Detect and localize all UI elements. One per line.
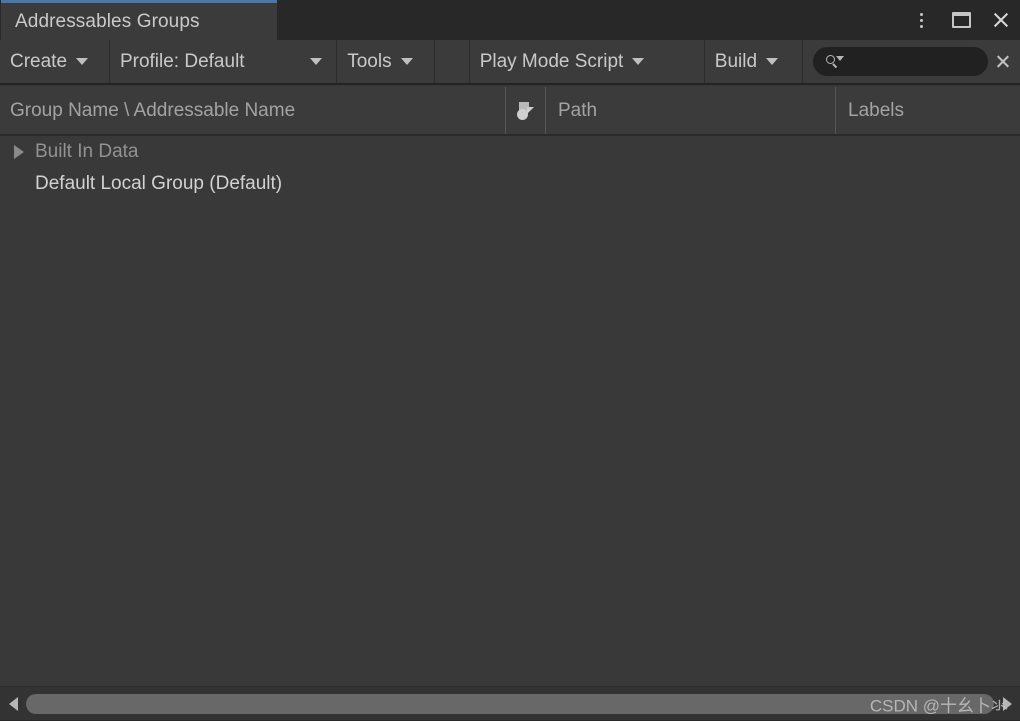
column-header-path[interactable]: Path (545, 87, 597, 134)
search-icon (826, 55, 844, 69)
chevron-down-icon (766, 58, 779, 65)
addressables-groups-window: Addressables Groups Create Profile: Defa… (0, 0, 1020, 720)
scroll-left-arrow-icon[interactable] (0, 687, 26, 721)
profile-dropdown-button[interactable]: Profile: Default (110, 40, 338, 83)
scrollbar-thumb[interactable] (26, 693, 994, 714)
chevron-down-icon (310, 58, 323, 65)
column-header-group-name-label: Group Name \ Addressable Name (10, 99, 296, 121)
titlebar: Addressables Groups (0, 0, 1020, 40)
column-header-row: Group Name \ Addressable Name Path Label… (0, 87, 1020, 136)
create-label: Create (10, 50, 68, 72)
close-icon (996, 54, 1011, 69)
kebab-menu-icon (919, 12, 923, 28)
play-mode-script-label: Play Mode Script (479, 50, 624, 72)
column-header-labels[interactable]: Labels (835, 87, 904, 134)
build-dropdown-button[interactable]: Build (705, 40, 803, 83)
scroll-right-arrow-icon[interactable] (994, 687, 1020, 721)
table-row[interactable]: Default Local Group (Default) (0, 168, 1020, 200)
column-header-path-label: Path (558, 99, 598, 121)
chevron-down-icon (76, 58, 89, 65)
window-menu-button[interactable] (908, 7, 934, 33)
close-button[interactable] (988, 7, 1014, 33)
create-dropdown-button[interactable]: Create (0, 40, 110, 83)
tools-dropdown-button[interactable]: Tools (337, 40, 436, 83)
horizontal-scrollbar[interactable]: CSDN @十幺卜氺 (0, 686, 1020, 720)
column-header-group-name[interactable]: Group Name \ Addressable Name (10, 87, 295, 134)
chevron-down-icon (632, 58, 645, 65)
group-row-label: Default Local Group (Default) (35, 173, 283, 194)
scrollbar-track[interactable] (26, 687, 994, 721)
maximize-icon (951, 12, 971, 28)
tab-label: Addressables Groups (15, 10, 200, 32)
search-input[interactable] (847, 52, 967, 71)
chevron-down-icon (400, 58, 413, 65)
column-header-asset-icon[interactable] (505, 87, 545, 134)
column-header-labels-label: Labels (848, 99, 904, 121)
search-field[interactable] (813, 47, 988, 76)
build-label: Build (714, 50, 758, 72)
groups-tree: Built In Data Default Local Group (Defau… (0, 136, 1020, 686)
foldout-placeholder-icon (10, 175, 28, 193)
search-clear-button[interactable] (990, 47, 1016, 77)
tab-addressables-groups[interactable]: Addressables Groups (1, 0, 277, 40)
asset-icon (516, 101, 534, 120)
table-row[interactable]: Built In Data (0, 136, 1020, 168)
window-controls (908, 0, 1014, 40)
toolbar: Create Profile: Default Tools Play Mode … (0, 40, 1020, 85)
tools-label: Tools (347, 50, 392, 72)
foldout-toggle-icon[interactable] (10, 143, 28, 161)
maximize-button[interactable] (948, 7, 974, 33)
play-mode-script-dropdown-button[interactable]: Play Mode Script (470, 40, 705, 83)
group-row-label: Built In Data (35, 141, 139, 162)
search-area (803, 40, 1020, 83)
toolbar-spacer (435, 40, 470, 83)
profile-label: Profile: Default (119, 50, 245, 72)
close-icon (992, 11, 1010, 29)
